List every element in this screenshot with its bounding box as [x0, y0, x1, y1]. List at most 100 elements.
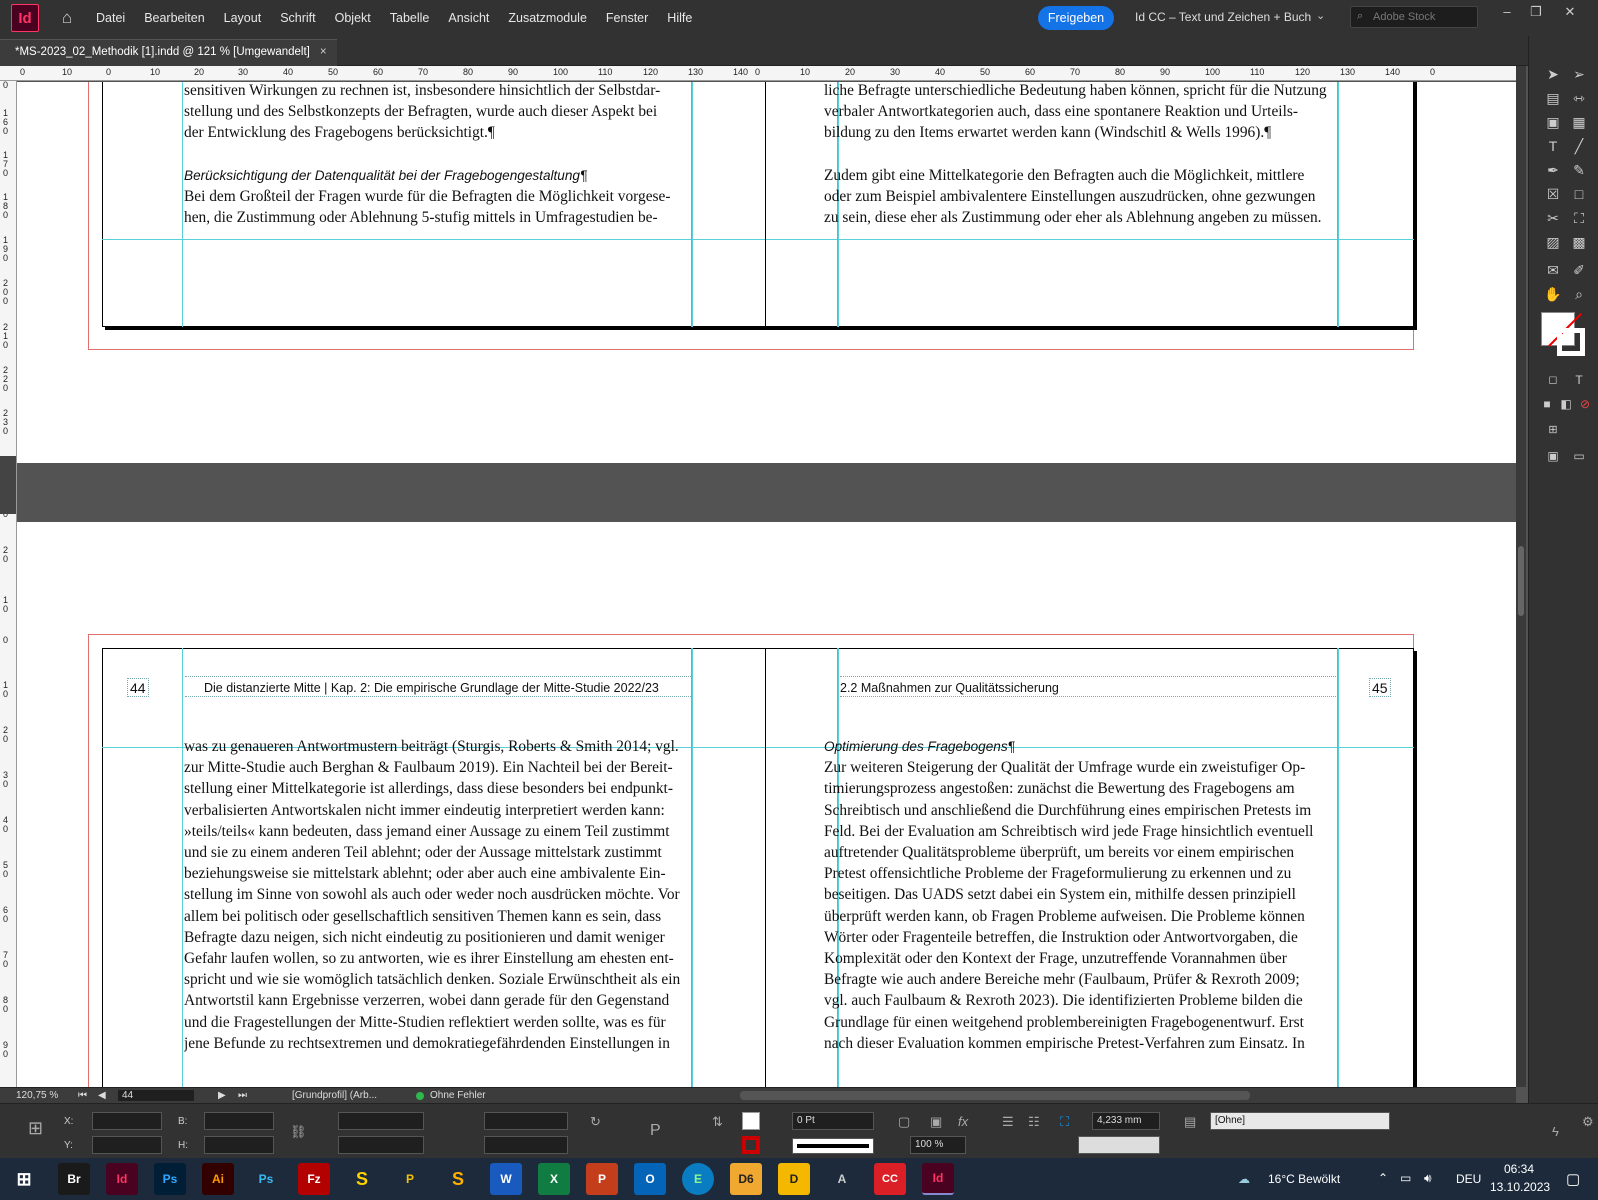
horizontal-ruler[interactable]: 0 10 0 10 20 30 40 50 60 70 80 90 100 110 120 130 140 0 10…: [0, 66, 1516, 81]
filezilla-app-icon[interactable]: Fz: [298, 1163, 330, 1195]
illustrator-app-icon[interactable]: Ai: [202, 1163, 234, 1195]
shear-field[interactable]: [484, 1136, 568, 1154]
indesign-active-app-icon[interactable]: Id: [922, 1163, 954, 1195]
weather-text[interactable]: 16°C Bewölkt: [1268, 1172, 1340, 1186]
document-tab[interactable]: *MS-2023_02_Methodik [1].indd @ 121 % [U…: [0, 39, 337, 66]
text-frame-p1-right[interactable]: liche Befragte unterschiedliche Bedeutun…: [824, 82, 1329, 228]
chevron-down-icon[interactable]: ⌄: [1316, 9, 1325, 22]
horizontal-scrollbar[interactable]: [740, 1091, 1250, 1100]
column-width-field[interactable]: [1078, 1136, 1160, 1154]
notes-app-icon[interactable]: P: [394, 1163, 426, 1195]
screen-mode-icon[interactable]: ▣: [1543, 446, 1563, 466]
column-gutter-field[interactable]: 4,233 mm: [1092, 1112, 1160, 1130]
rectangle-tool-icon[interactable]: □: [1569, 184, 1589, 204]
d-app-icon[interactable]: D: [778, 1163, 810, 1195]
next-page-icon[interactable]: ▶: [218, 1090, 226, 1101]
vertical-ruler[interactable]: 0 1 6 0 1 7 0 1 8 0 1 9 0 2 0 0 2 1 0 2 2 0 2 3 …: [0, 81, 17, 1087]
pen-tool-icon[interactable]: ✒: [1543, 160, 1563, 180]
selection-tool-icon[interactable]: ➤: [1543, 64, 1563, 84]
reference-point-icon[interactable]: ⊞: [28, 1118, 43, 1139]
w-field[interactable]: [204, 1112, 274, 1130]
zoom-level[interactable]: 120,75 %: [16, 1090, 58, 1101]
page-number-right[interactable]: 45: [1369, 678, 1391, 697]
running-head-right[interactable]: 2.2 Maßnahmen zur Qualitätssicherung: [840, 676, 1336, 697]
home-icon[interactable]: ⌂: [57, 8, 77, 28]
d6-app-icon[interactable]: D6: [730, 1163, 762, 1195]
prev-page-icon[interactable]: ◀: [98, 1090, 106, 1101]
menu-hilfe[interactable]: Hilfe: [667, 11, 692, 25]
rotate-field[interactable]: [484, 1112, 568, 1130]
formatting-container-icon[interactable]: ◻: [1543, 370, 1563, 390]
adobe-stock-search[interactable]: ⌕ Adobe Stock: [1350, 6, 1478, 28]
fill-icon[interactable]: [742, 1112, 760, 1130]
lightning-icon[interactable]: ϟ: [1552, 1124, 1559, 1139]
minimize-icon[interactable]: –: [1497, 4, 1517, 24]
network-icon[interactable]: ▭: [1400, 1171, 1411, 1185]
last-page-icon[interactable]: ⏭: [238, 1090, 247, 1101]
powerpoint-app-icon[interactable]: P: [586, 1163, 618, 1195]
menu-tabelle[interactable]: Tabelle: [390, 11, 430, 25]
settings-icon[interactable]: ⚙: [1582, 1114, 1594, 1130]
s2-app-icon[interactable]: S: [442, 1163, 474, 1195]
photoshop-app-icon[interactable]: Ps: [154, 1163, 186, 1195]
note-tool-icon[interactable]: ✉: [1543, 260, 1563, 280]
fx-icon[interactable]: fx: [958, 1114, 968, 1129]
menu-zusatzmodule[interactable]: Zusatzmodule: [508, 11, 587, 25]
auto-fit-icon[interactable]: ⛶: [1060, 1114, 1069, 1130]
menu-objekt[interactable]: Objekt: [335, 11, 371, 25]
word-app-icon[interactable]: W: [490, 1163, 522, 1195]
menu-fenster[interactable]: Fenster: [606, 11, 648, 25]
running-head-left[interactable]: Die distanzierte Mitte | Kap. 2: Die emp…: [185, 676, 691, 697]
rotate-icon[interactable]: ↻: [590, 1114, 601, 1130]
text-frame-p45[interactable]: Optimierung des Fragebogens¶ Zur weitere…: [824, 736, 1329, 1054]
tray-chevron-icon[interactable]: ⌃: [1378, 1171, 1388, 1185]
apply-color-icon[interactable]: ■: [1537, 394, 1557, 414]
vertical-scrollbar[interactable]: [1516, 66, 1526, 1087]
free-transform-icon[interactable]: ⛶: [1569, 208, 1589, 228]
stroke-type-select[interactable]: [792, 1138, 874, 1154]
clock-time[interactable]: 06:34: [1504, 1162, 1534, 1176]
gradient-swatch-icon[interactable]: ▨: [1543, 232, 1563, 252]
x-field[interactable]: [92, 1112, 162, 1130]
select-container-icon[interactable]: ⇅: [712, 1114, 723, 1130]
paint-app-icon[interactable]: Ps: [250, 1163, 282, 1195]
outlook-app-icon[interactable]: O: [634, 1163, 666, 1195]
page-number-left[interactable]: 44: [127, 678, 149, 697]
close-tab-icon[interactable]: ×: [320, 46, 327, 58]
menu-bearbeiten[interactable]: Bearbeiten: [144, 11, 204, 25]
edge-app-icon[interactable]: E: [682, 1163, 714, 1195]
type-tool-icon[interactable]: T: [1543, 136, 1563, 156]
y-field[interactable]: [92, 1136, 162, 1154]
stroke-swatch[interactable]: [1557, 328, 1585, 356]
opacity-field[interactable]: 100 %: [910, 1136, 966, 1154]
align-center-icon[interactable]: ☷: [1028, 1114, 1040, 1130]
share-button[interactable]: Freigeben: [1038, 6, 1114, 30]
stroke-icon[interactable]: [742, 1136, 760, 1154]
content-placer-icon[interactable]: ▦: [1569, 112, 1589, 132]
stroke-weight-field[interactable]: 0 Pt: [792, 1112, 874, 1130]
scale-y-field[interactable]: [338, 1136, 424, 1154]
page-field[interactable]: 44: [118, 1090, 194, 1101]
hand-tool-icon[interactable]: ✋: [1543, 284, 1563, 304]
first-page-icon[interactable]: ⏮: [78, 1090, 87, 1101]
content-collector-icon[interactable]: ▣: [1543, 112, 1563, 132]
excel-app-icon[interactable]: X: [538, 1163, 570, 1195]
scale-x-field[interactable]: [338, 1112, 424, 1130]
constrain-proportions-icon[interactable]: ⛓: [290, 1124, 307, 1140]
menu-datei[interactable]: Datei: [96, 11, 125, 25]
notifications-icon[interactable]: ▢: [1566, 1170, 1580, 1188]
line-tool-icon[interactable]: ╱: [1569, 136, 1589, 156]
menu-layout[interactable]: Layout: [224, 11, 262, 25]
presentation-mode-icon[interactable]: ▭: [1569, 446, 1589, 466]
apply-gradient-icon[interactable]: ◧: [1556, 394, 1576, 414]
creative-cloud-app-icon[interactable]: CC: [874, 1163, 906, 1195]
document-canvas[interactable]: sensitiven Wirkungen zu rechnen ist, ins…: [17, 82, 1517, 1087]
page-tool-icon[interactable]: ▤: [1543, 88, 1563, 108]
align-left-icon[interactable]: ☰: [1002, 1114, 1014, 1130]
preflight-status[interactable]: Ohne Fehler: [430, 1090, 486, 1101]
s-app-icon[interactable]: S: [346, 1163, 378, 1195]
windows-start-icon[interactable]: ⊞: [8, 1163, 40, 1195]
text-frame-p44[interactable]: was zu genaueren Antwortmustern beiträgt…: [184, 736, 689, 1054]
zoom-tool-icon[interactable]: ⌕: [1569, 284, 1589, 304]
direct-selection-icon[interactable]: ➢: [1569, 64, 1589, 84]
